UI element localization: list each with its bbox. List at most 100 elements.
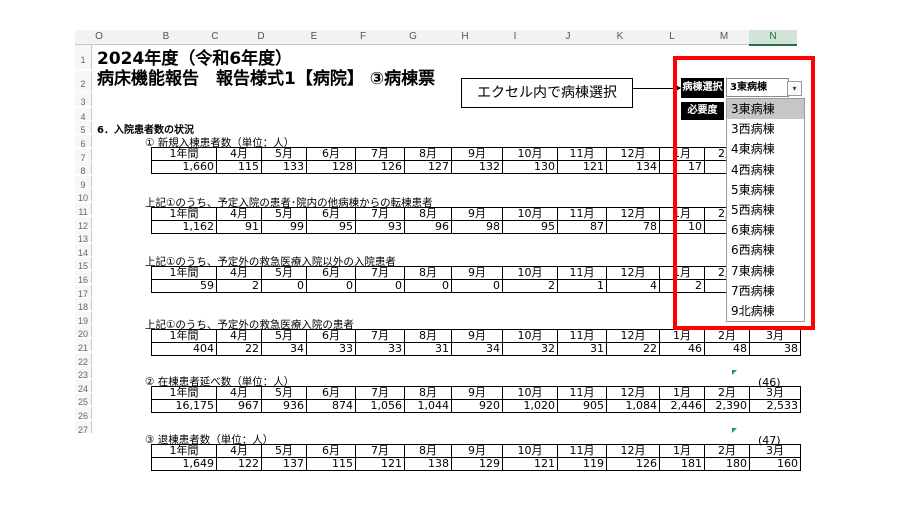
column-header-I[interactable]: I xyxy=(489,30,541,45)
value-cell[interactable]: 180 xyxy=(704,457,750,471)
header-cell[interactable]: 7月 xyxy=(355,444,405,458)
header-cell[interactable]: 10月 xyxy=(502,207,558,221)
header-cell[interactable]: 7月 xyxy=(355,147,405,161)
header-cell[interactable]: 5月 xyxy=(261,329,307,343)
value-cell[interactable]: 119 xyxy=(557,457,607,471)
section-heading[interactable]: 6．入院患者数の状況 xyxy=(97,121,194,136)
value-cell[interactable]: 33 xyxy=(306,342,356,356)
header-cell[interactable]: 9月 xyxy=(451,266,503,280)
value-cell[interactable]: 2,390 xyxy=(704,399,750,413)
value-cell[interactable]: 2,533 xyxy=(749,399,801,413)
value-cell[interactable]: 1,056 xyxy=(355,399,405,413)
row-header-5[interactable]: 5 xyxy=(75,121,92,135)
row-header-25[interactable]: 25 xyxy=(75,393,92,407)
report-form-title[interactable]: 病床機能報告 報告様式1【病院】 ③病棟票 xyxy=(97,64,435,89)
column-header-J[interactable]: J xyxy=(541,30,595,45)
row-header-3[interactable]: 3 xyxy=(75,92,92,107)
value-cell[interactable]: 1 xyxy=(557,279,607,293)
value-cell[interactable]: 31 xyxy=(404,342,452,356)
header-cell[interactable]: 12月 xyxy=(606,386,660,400)
header-cell[interactable]: 8月 xyxy=(404,329,452,343)
header-cell[interactable]: 10月 xyxy=(502,147,558,161)
header-cell[interactable]: 7月 xyxy=(355,266,405,280)
row-header-8[interactable]: 8 xyxy=(75,162,92,176)
header-cell[interactable]: 6月 xyxy=(306,207,356,221)
row-header-6[interactable]: 6 xyxy=(75,135,92,149)
value-cell[interactable]: 1,084 xyxy=(606,399,660,413)
row-header-7[interactable]: 7 xyxy=(75,148,92,163)
header-cell[interactable]: 10月 xyxy=(502,386,558,400)
value-cell[interactable]: 181 xyxy=(659,457,705,471)
header-cell[interactable]: 6月 xyxy=(306,266,356,280)
header-cell[interactable]: 1月 xyxy=(659,386,705,400)
row-header-22[interactable]: 22 xyxy=(75,352,92,367)
value-cell[interactable]: 4 xyxy=(606,279,660,293)
value-cell[interactable]: 115 xyxy=(306,457,356,471)
column-header-L[interactable]: L xyxy=(645,30,699,45)
header-cell[interactable]: 8月 xyxy=(404,266,452,280)
header-cell[interactable]: 11月 xyxy=(557,386,607,400)
row-header-15[interactable]: 15 xyxy=(75,257,92,271)
row-header-10[interactable]: 10 xyxy=(75,189,92,203)
value-cell[interactable]: 128 xyxy=(306,160,356,174)
row-header-26[interactable]: 26 xyxy=(75,407,92,421)
value-cell[interactable]: 78 xyxy=(606,220,660,234)
column-header-G[interactable]: G xyxy=(385,30,441,45)
row-header-11[interactable]: 11 xyxy=(75,203,92,217)
header-cell[interactable]: 5月 xyxy=(261,444,307,458)
header-cell[interactable]: 1年間 xyxy=(151,329,217,343)
column-header-C[interactable]: C xyxy=(195,30,235,45)
header-cell[interactable]: 9月 xyxy=(451,444,503,458)
value-cell[interactable]: 38 xyxy=(749,342,801,356)
value-cell[interactable]: 95 xyxy=(306,220,356,234)
column-header-M[interactable]: M xyxy=(699,30,749,45)
value-cell[interactable]: 46 xyxy=(659,342,705,356)
row-header-18[interactable]: 18 xyxy=(75,298,92,312)
value-cell[interactable]: 22 xyxy=(216,342,262,356)
value-cell[interactable]: 98 xyxy=(451,220,503,234)
header-cell[interactable]: 4月 xyxy=(216,147,262,161)
header-cell[interactable]: 6月 xyxy=(306,386,356,400)
value-cell[interactable]: 1,660 xyxy=(151,160,217,174)
header-cell[interactable]: 1年間 xyxy=(151,386,217,400)
header-cell[interactable]: 8月 xyxy=(404,147,452,161)
value-cell[interactable]: 134 xyxy=(606,160,660,174)
header-cell[interactable]: 11月 xyxy=(557,444,607,458)
header-cell[interactable]: 8月 xyxy=(404,207,452,221)
header-cell[interactable]: 10月 xyxy=(502,266,558,280)
header-cell[interactable]: 5月 xyxy=(261,266,307,280)
header-cell[interactable]: 9月 xyxy=(451,147,503,161)
value-cell[interactable]: 1,020 xyxy=(502,399,558,413)
value-cell[interactable]: 920 xyxy=(451,399,503,413)
column-header-D[interactable]: D xyxy=(235,30,287,45)
header-cell[interactable]: 10月 xyxy=(502,329,558,343)
value-cell[interactable]: 34 xyxy=(451,342,503,356)
row-header-13[interactable]: 13 xyxy=(75,230,92,244)
value-cell[interactable]: 126 xyxy=(355,160,405,174)
value-cell[interactable]: 34 xyxy=(261,342,307,356)
value-cell[interactable]: 95 xyxy=(502,220,558,234)
header-cell[interactable]: 4月 xyxy=(216,386,262,400)
value-cell[interactable]: 48 xyxy=(704,342,750,356)
header-cell[interactable]: 3月 xyxy=(749,386,801,400)
value-cell[interactable]: 121 xyxy=(557,160,607,174)
row-header-1[interactable]: 1 xyxy=(75,45,92,69)
value-cell[interactable]: 1,162 xyxy=(151,220,217,234)
value-cell[interactable]: 1,044 xyxy=(404,399,452,413)
value-cell[interactable]: 0 xyxy=(306,279,356,293)
header-cell[interactable]: 5月 xyxy=(261,386,307,400)
value-cell[interactable]: 127 xyxy=(404,160,452,174)
value-cell[interactable]: 905 xyxy=(557,399,607,413)
value-cell[interactable]: 129 xyxy=(451,457,503,471)
header-cell[interactable]: 7月 xyxy=(355,386,405,400)
value-cell[interactable]: 130 xyxy=(502,160,558,174)
row-header-17[interactable]: 17 xyxy=(75,284,92,299)
row-header-27[interactable]: 27 xyxy=(75,420,92,435)
column-header-O[interactable]: O xyxy=(75,30,123,45)
header-cell[interactable]: 2月 xyxy=(704,386,750,400)
value-cell[interactable]: 121 xyxy=(502,457,558,471)
row-header-23[interactable]: 23 xyxy=(75,366,92,380)
value-cell[interactable]: 133 xyxy=(261,160,307,174)
header-cell[interactable]: 11月 xyxy=(557,329,607,343)
column-header-H[interactable]: H xyxy=(441,30,489,45)
